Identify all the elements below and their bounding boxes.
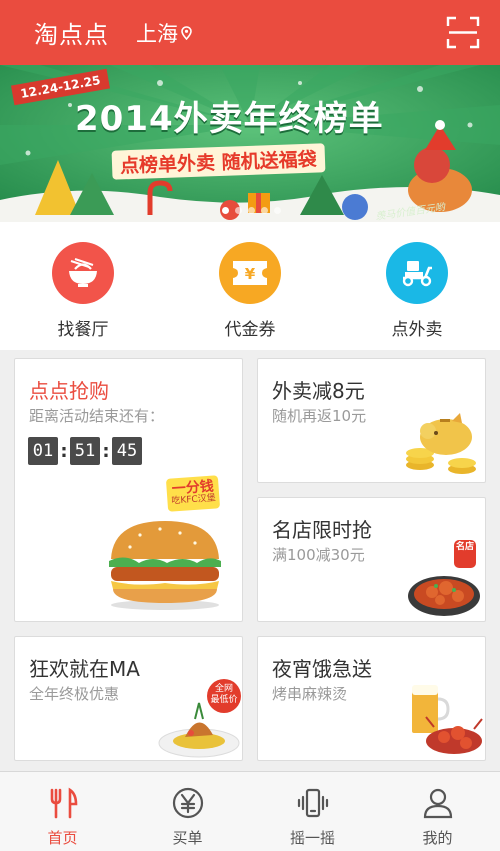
famous-store-badge: 名店 xyxy=(454,540,476,568)
carousel-dot[interactable] xyxy=(235,207,242,214)
timer-hours: 01 xyxy=(28,437,58,465)
card-title: 点点抢购 xyxy=(29,379,109,403)
piggy-bank-image xyxy=(406,413,476,474)
card-subtitle: 满100减30元 xyxy=(272,546,365,564)
promo-banner[interactable]: 12.24-12.25 2014外卖年终榜单 点榜单外卖 随机送福袋 羡马价值百… xyxy=(0,65,500,222)
nav-home[interactable]: 首页 xyxy=(0,772,125,851)
carnival-card[interactable]: 狂欢就在MA 全年终极优惠 全网 最低价 xyxy=(14,636,243,761)
nav-me[interactable]: 我的 xyxy=(375,772,500,851)
fork-knife-icon xyxy=(50,787,77,819)
category-label: 代金券 xyxy=(224,320,276,340)
scooter-icon xyxy=(386,242,448,304)
nav-pay[interactable]: 买单 xyxy=(125,772,250,851)
carousel-indicator xyxy=(222,207,281,214)
category-delivery[interactable]: 点外卖 xyxy=(362,242,472,340)
card-title: 狂欢就在MA xyxy=(29,657,140,681)
category-voucher[interactable]: ¥ 代金券 xyxy=(195,242,305,340)
timer-seconds: 45 xyxy=(112,437,142,465)
nav-label: 摇一摇 xyxy=(289,829,335,847)
location-pin-icon xyxy=(181,25,192,40)
badge-line1: 全网 xyxy=(214,684,233,694)
carousel-dot[interactable] xyxy=(261,207,268,214)
category-label: 找餐厅 xyxy=(57,320,109,340)
card-title: 外卖减8元 xyxy=(272,379,365,403)
card-subtitle: 随机再返10元 xyxy=(272,407,367,425)
badge-line2: 最低价 xyxy=(210,694,238,705)
top-bar: 淘点点 上海 xyxy=(0,0,500,65)
nav-label: 我的 xyxy=(422,829,453,847)
countdown-timer: 01 : 51 : 45 xyxy=(28,437,142,465)
category-find-restaurant[interactable]: 找餐厅 xyxy=(28,242,138,340)
svg-text:¥: ¥ xyxy=(245,265,256,283)
nav-label: 买单 xyxy=(172,829,203,847)
voucher-icon: ¥ xyxy=(219,242,281,304)
card-subtitle: 距离活动结束还有： xyxy=(29,407,165,425)
burger-image xyxy=(109,521,221,610)
bottom-nav: 首页 买单 摇一摇 我的 xyxy=(0,771,500,851)
famous-stores-card[interactable]: 名店限时抢 满100减30元 名店 xyxy=(257,497,486,622)
city-label: 上海 xyxy=(136,21,178,46)
nav-shake[interactable]: 摇一摇 xyxy=(250,772,375,851)
delivery-discount-card[interactable]: 外卖减8元 随机再返10元 xyxy=(257,358,486,483)
lowest-price-badge: 全网 最低价 xyxy=(207,679,241,713)
card-subtitle: 全年终极优惠 xyxy=(29,685,120,703)
card-title: 夜宵饿急送 xyxy=(272,657,372,681)
card-title: 名店限时抢 xyxy=(272,518,372,542)
person-icon xyxy=(423,788,452,819)
timer-separator: : xyxy=(102,440,110,462)
timer-minutes: 51 xyxy=(70,437,100,465)
nav-label: 首页 xyxy=(47,829,78,847)
carousel-dot[interactable] xyxy=(222,207,229,214)
carousel-dot[interactable] xyxy=(248,207,255,214)
yen-circle-icon xyxy=(172,787,203,819)
bowl-icon xyxy=(52,242,114,304)
beer-crayfish-image xyxy=(412,685,483,754)
card-subtitle: 烤串麻辣烫 xyxy=(272,685,348,703)
scan-icon[interactable] xyxy=(446,16,480,49)
kfc-sticker: 一分钱 吃KFC汉堡 xyxy=(165,475,221,513)
category-row: 找餐厅 ¥ 代金券 点外卖 xyxy=(0,222,500,350)
sticker-sub: 吃KFC汉堡 xyxy=(171,493,217,507)
flash-sale-card[interactable]: 点点抢购 距离活动结束还有： 01 : 51 : 45 一分钱 吃KFC汉堡 xyxy=(14,358,243,622)
timer-separator: : xyxy=(60,440,68,462)
carousel-dot[interactable] xyxy=(274,207,281,214)
app-title: 淘点点 xyxy=(34,21,109,49)
banner-title: 2014外卖年终榜单 xyxy=(75,99,384,139)
shake-phone-icon xyxy=(297,788,328,818)
category-label: 点外卖 xyxy=(391,320,443,340)
late-night-card[interactable]: 夜宵饿急送 烤串麻辣烫 xyxy=(257,636,486,761)
city-selector[interactable]: 上海 xyxy=(136,18,192,48)
